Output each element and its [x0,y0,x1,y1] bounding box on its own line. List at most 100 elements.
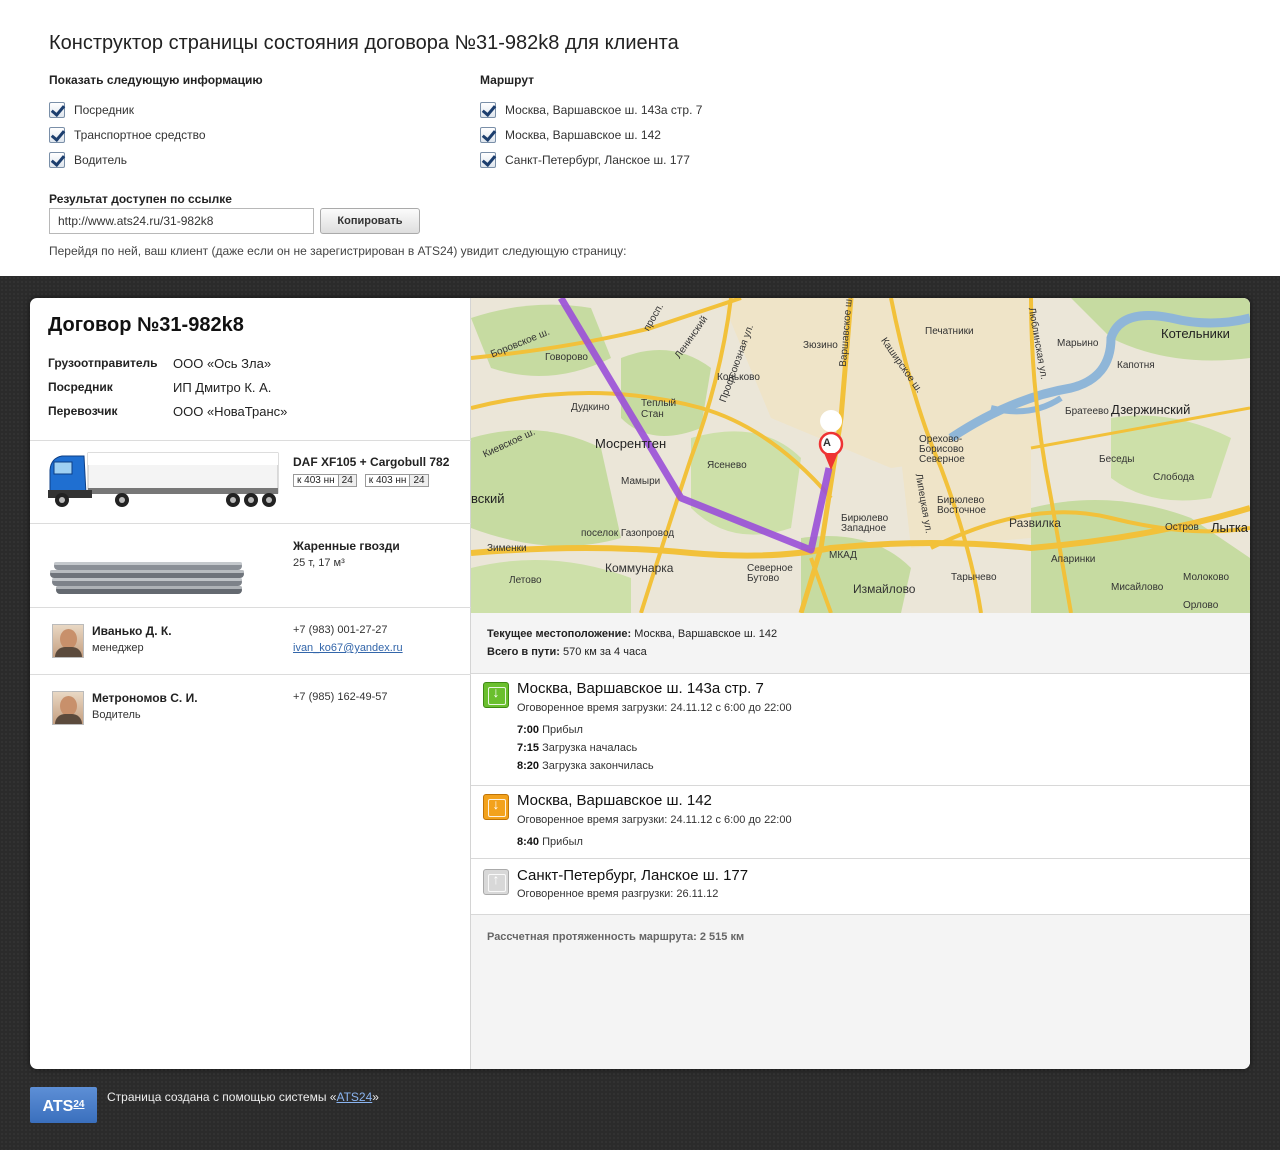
map-label: Бирюлево Западное [841,513,889,534]
route-option-3[interactable]: Санкт-Петербург, Ланское ш. 177 [480,147,702,172]
manager-name: Иванько Д. К. [92,624,172,638]
stop-title: Санкт-Петербург, Ланское ш. 177 [517,867,749,884]
hint-text: Перейдя по ней, ваш клиент (даже если он… [49,244,627,258]
map-label: Мамыри [621,476,661,487]
route-length: Рассчетная протяженность маршрута: 2 515… [487,931,745,943]
route-option-2[interactable]: Москва, Варшавское ш. 142 [480,122,702,147]
map-label: Орехово-Борисово Северное [919,434,965,465]
manager-email-link[interactable]: ivan_ko67@yandex.ru [293,642,403,654]
map-label: Ясенево [707,460,747,471]
driver-role: Водитель [92,709,141,721]
truck-image [48,452,279,507]
stop-time-window: Оговоренное время загрузки: 24.11.12 с 6… [517,702,792,714]
map-label: Апаринки [1051,554,1096,565]
route-options: Маршрут Москва, Варшавское ш. 143а стр. … [480,73,702,172]
cargo-pipes-image [50,562,244,594]
map-label: МКАД [829,550,857,561]
map-label: Коммунарка [605,561,674,575]
option-vehicle[interactable]: Транспортное средство [49,122,263,147]
map-label: Северное Бутово [747,563,793,584]
page-title: Конструктор страницы состояния договора … [49,32,679,54]
route-options-header: Маршрут [480,73,535,87]
unload-arrow-up-icon: ↑ [483,869,509,895]
map-label: Котельники [1161,326,1230,341]
divider [30,440,471,441]
stop-event: 7:15 Загрузка началась [517,742,638,754]
map-label: Печатники [925,326,974,337]
copy-button[interactable]: Копировать [320,208,420,234]
route-stop-1: ↓ Москва, Варшавское ш. 143а стр. 7 Огов… [471,674,1250,785]
plate-trailer: к 403 нн 24 [364,474,429,487]
builder-panel: Конструктор страницы состояния договора … [0,0,1280,276]
stop-title: Москва, Варшавское ш. 143а стр. 7 [517,680,764,697]
option-driver[interactable]: Водитель [49,147,263,172]
map-label: Теплый Стан [641,398,677,420]
map-label: Измайлово [853,582,916,596]
map-label: Зименки [487,543,527,554]
stop-event: 7:00 Прибыл [517,724,583,736]
route-panel: A Котельники Дзержинский Говорово Мосрен… [471,298,1250,1069]
map-label: поселок Газопровод [581,528,675,539]
map-label: Лытка [1211,520,1249,535]
checkbox-checked[interactable] [480,151,496,168]
map-label: Дудкино [571,402,610,413]
stop-time-window: Оговоренное время разгрузки: 26.11.12 [517,888,719,900]
map-label: Развилка [1009,516,1061,530]
divider [30,523,471,524]
total-in-transit: Всего в пути: 570 км за 4 часа [487,646,647,658]
divider [471,914,1250,915]
ats24-logo[interactable]: ATS24 [30,1087,97,1123]
route-map[interactable]: A Котельники Дзержинский Говорово Мосрен… [471,298,1250,613]
map-label: Говорово [545,352,588,363]
divider [30,674,471,675]
map-marker-label: A [823,437,831,449]
stop-time-window: Оговоренное время загрузки: 24.11.12 с 6… [517,814,792,826]
avatar [52,624,84,658]
footer-text: Страница создана с помощью системы «ATS2… [107,1090,379,1104]
map-label: Бирюлево Восточное [937,495,986,516]
license-plates: к 403 нн 24 к 403 нн 24 [293,474,429,487]
plate-tractor: к 403 нн 24 [293,474,357,487]
stop-title: Москва, Варшавское ш. 142 [517,792,712,809]
checkbox-checked[interactable] [480,101,496,118]
contract-title: Договор №31-982k8 [48,314,244,336]
map-label: Мосрентген [595,436,667,451]
link-input[interactable]: http://www.ats24.ru/31-982k8 [49,208,314,234]
show-options: Показать следующую информацию Посредник … [49,73,263,172]
map-label: Беседы [1099,454,1135,465]
manager-phone: +7 (983) 001-27-27 [293,624,388,636]
cargo-title: Жаренные гвозди [293,539,400,553]
current-location: Текущее местоположение: Москва, Варшавск… [487,628,778,640]
driver-name: Метрономов С. И. [92,691,198,705]
checkbox-checked[interactable] [49,151,65,168]
load-arrow-down-icon: ↓ [483,682,509,708]
checkbox-checked[interactable] [49,126,65,143]
map-label: Тарычево [951,572,997,583]
manager-role: менеджер [92,642,144,654]
driver-phone: +7 (985) 162-49-57 [293,691,388,703]
map-label: Капотня [1117,360,1155,371]
option-intermediary[interactable]: Посредник [49,97,263,122]
map-label: Дзержинский [1111,402,1191,417]
map-label: Мисайлово [1111,582,1164,593]
route-option-1[interactable]: Москва, Варшавское ш. 143а стр. 7 [480,97,702,122]
map-label: Летово [509,575,542,586]
map-label: Братеево [1065,406,1109,417]
map-label: Слобода [1153,472,1195,483]
map-label: Марьино [1057,338,1099,349]
avatar [52,691,84,725]
ats24-link[interactable]: ATS24 [336,1090,372,1104]
field-shipper: Грузоотправитель ООО «Ось Зла» [48,356,272,371]
checkbox-checked[interactable] [480,126,496,143]
route-stop-3: ↑ Санкт-Петербург, Ланское ш. 177 Оговор… [471,859,1250,914]
map-label: Остров [1165,522,1199,533]
map-label: Орлово [1183,600,1219,611]
status-card: Договор №31-982k8 Грузоотправитель ООО «О… [30,298,1250,1069]
checkbox-checked[interactable] [49,101,65,118]
link-label: Результат доступен по ссылке [49,192,232,206]
load-arrow-down-icon: ↓ [483,794,509,820]
map-label: вский [471,491,505,506]
show-options-header: Показать следующую информацию [49,73,263,87]
stop-event: 8:40 Прибыл [517,836,583,848]
divider [30,607,471,608]
